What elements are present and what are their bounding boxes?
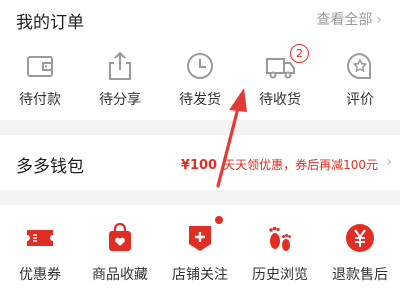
service-favorites[interactable]: 商品收藏 (80, 219, 160, 294)
order-pending-shipment[interactable]: 待发货 (160, 44, 240, 114)
order-label: 待分享 (99, 92, 141, 108)
service-label: 店铺关注 (172, 267, 228, 283)
coupon-icon (23, 221, 57, 255)
view-all-label: 查看全部 (316, 12, 373, 28)
pending-receipt-badge: 2 (290, 44, 309, 63)
order-pending-receipt[interactable]: 2 待收货 (240, 44, 320, 114)
share-icon (104, 50, 136, 82)
service-label: 商品收藏 (92, 267, 148, 283)
footprints-icon (263, 221, 297, 255)
service-label: 退款售后 (332, 267, 388, 283)
service-coupons[interactable]: 优惠券 (0, 219, 80, 294)
services-card: 优惠券 商品收藏 店铺关注 历史浏览 退款售后 (0, 205, 400, 300)
chevron-right-icon: › (386, 154, 392, 170)
order-label: 待收货 (259, 92, 301, 108)
orders-card: 我的订单 查看全部 › 待付款 待分享 待发货 2 待收货 评价 (0, 0, 400, 120)
service-history[interactable]: 历史浏览 (240, 219, 320, 294)
review-icon (344, 50, 376, 82)
service-label: 历史浏览 (252, 267, 308, 283)
orders-title: 我的订单 (16, 13, 84, 33)
order-label: 评价 (346, 92, 374, 108)
order-pending-payment[interactable]: 待付款 (0, 44, 80, 114)
favorite-bag-icon (103, 221, 137, 255)
refund-icon (343, 221, 377, 255)
wallet-promo-amount: ¥100 (180, 158, 218, 173)
service-label: 优惠券 (19, 267, 61, 283)
wallet-card[interactable]: 多多钱包 ¥100 天天领优惠，券后再减100元 › (0, 135, 400, 190)
order-status-row: 待付款 待分享 待发货 2 待收货 评价 (0, 44, 400, 114)
wallet-promo-text: 天天领优惠，券后再减100元 (223, 158, 378, 172)
wallet-promo[interactable]: ¥100 天天领优惠，券后再减100元 (181, 156, 378, 173)
store-follow-icon (183, 221, 217, 255)
service-refunds[interactable]: 退款售后 (320, 219, 400, 294)
order-label: 待发货 (179, 92, 221, 108)
service-store-follow[interactable]: 店铺关注 (160, 216, 240, 294)
chevron-right-icon: › (376, 12, 382, 28)
view-all-orders-link[interactable]: 查看全部 › (316, 9, 382, 29)
notification-dot (215, 216, 223, 224)
clock-icon (184, 50, 216, 82)
order-label: 待付款 (19, 92, 61, 108)
wallet-title: 多多钱包 (16, 157, 84, 177)
order-pending-share[interactable]: 待分享 (80, 44, 160, 114)
service-row: 优惠券 商品收藏 店铺关注 历史浏览 退款售后 (0, 216, 400, 294)
wallet-icon (24, 50, 56, 82)
order-review[interactable]: 评价 (320, 44, 400, 114)
